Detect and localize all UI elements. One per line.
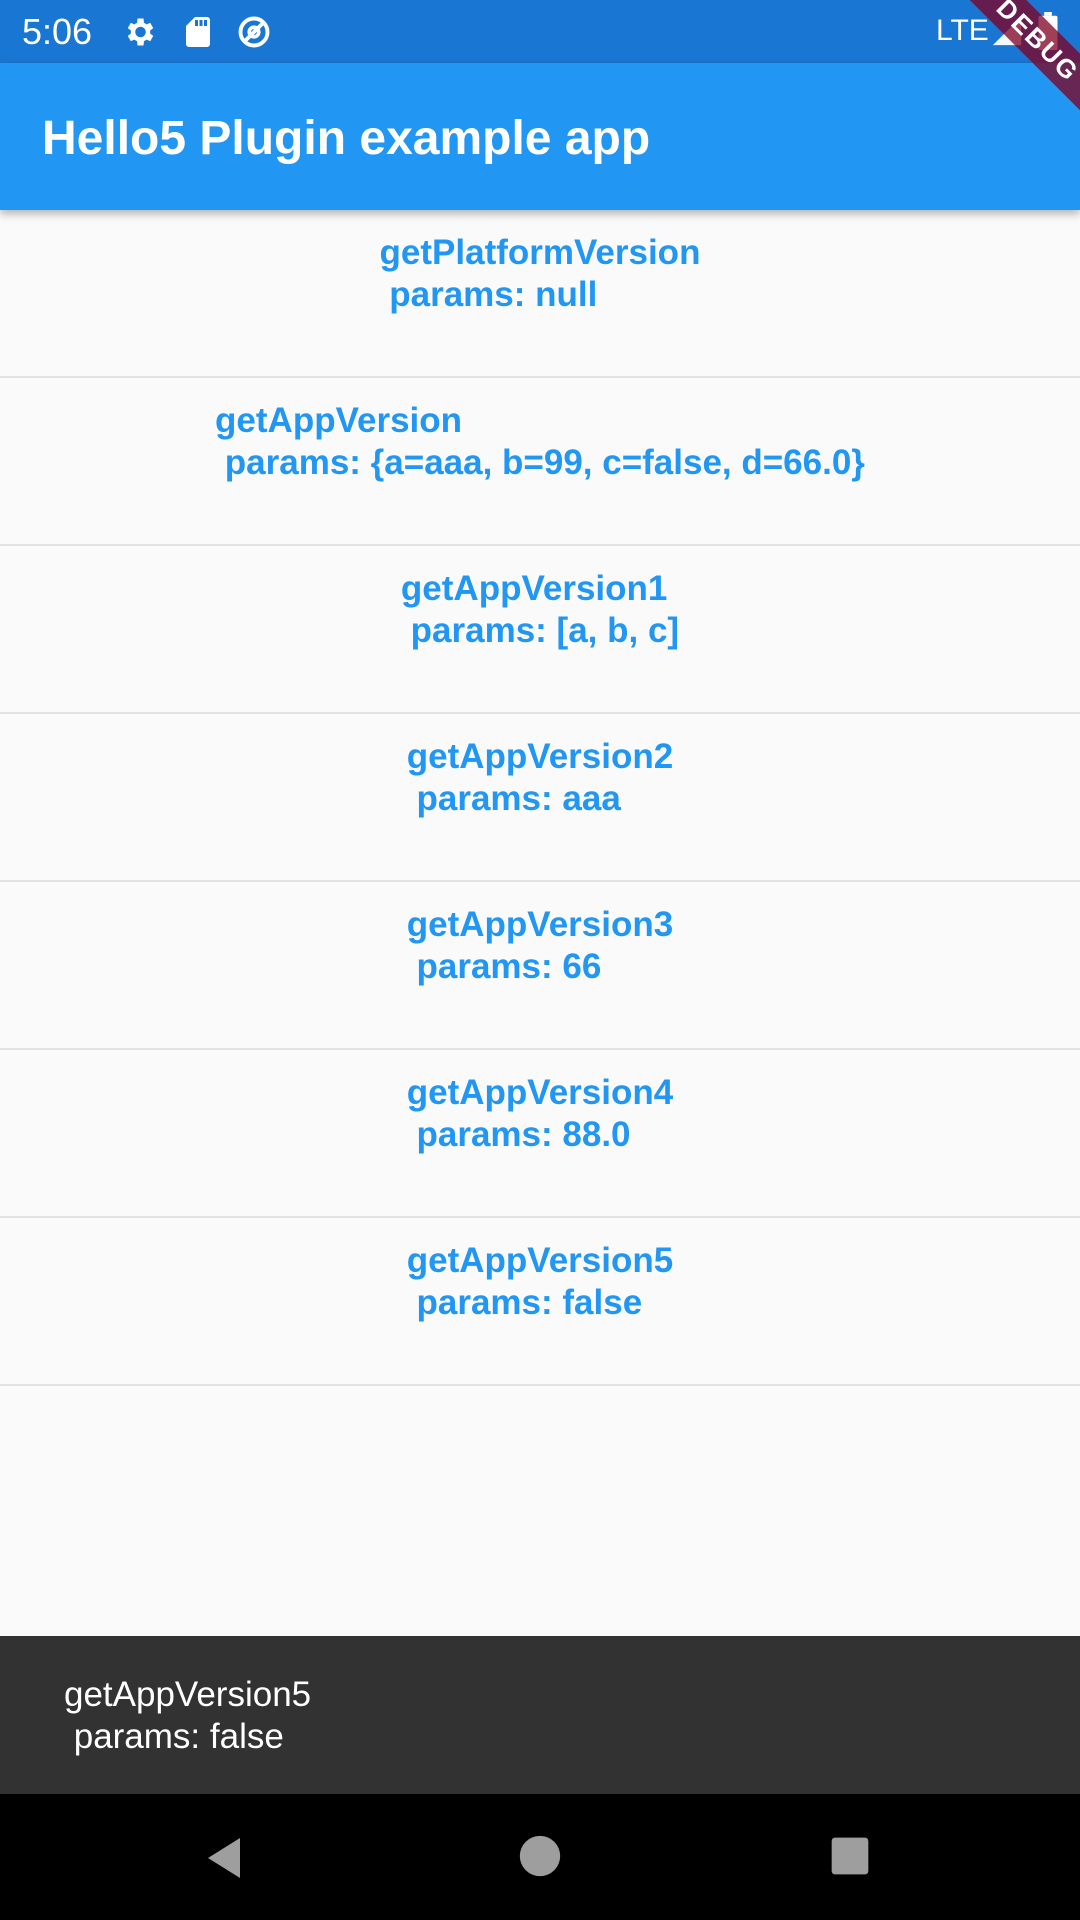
network-type: LTE [936,14,989,47]
method-button-get-app-version-5[interactable]: getAppVersion5 params: false [0,1218,1080,1386]
method-button-get-app-version-3[interactable]: getAppVersion3 params: 66 [0,882,1080,1050]
method-button-get-app-version-4[interactable]: getAppVersion4 params: 88.0 [0,1050,1080,1218]
method-label: getPlatformVersion params: null [379,233,701,314]
app-screen: 5:06 LTE DEBUG Hello5 Plugin example app… [0,0,1080,1920]
method-label: getAppVersion params: {a=aaa, b=99, c=fa… [215,401,865,482]
method-label: getAppVersion2 params: aaa [406,737,674,818]
status-time: 5:06 [22,11,93,52]
recents-icon[interactable] [830,1836,870,1876]
sd-card-icon [186,17,210,47]
snackbar: getAppVersion5 params: false [0,1636,1080,1794]
method-label: getAppVersion3 params: 66 [406,905,674,986]
method-label: getAppVersion4 params: 88.0 [406,1073,674,1154]
method-button-get-app-version-2[interactable]: getAppVersion2 params: aaa [0,714,1080,882]
sync-icon [238,16,270,48]
status-bar: 5:06 LTE [0,0,1080,63]
app-bar: Hello5 Plugin example app [0,63,1080,210]
method-label: getAppVersion5 params: false [406,1241,674,1322]
navigation-bar [0,1794,1080,1920]
method-label: getAppVersion1 params: [a, b, c] [400,569,680,650]
page-title: Hello5 Plugin example app [42,112,651,165]
method-button-get-platform-version[interactable]: getPlatformVersion params: null [0,210,1080,378]
method-button-get-app-version[interactable]: getAppVersion params: {a=aaa, b=99, c=fa… [0,378,1080,546]
method-button-get-app-version-1[interactable]: getAppVersion1 params: [a, b, c] [0,546,1080,714]
home-icon[interactable] [518,1834,562,1878]
back-icon[interactable] [200,1834,248,1882]
snackbar-message: getAppVersion5 params: false [64,1675,312,1756]
gear-icon [127,18,154,46]
method-list: getPlatformVersion params: null getAppVe… [0,210,1080,1386]
